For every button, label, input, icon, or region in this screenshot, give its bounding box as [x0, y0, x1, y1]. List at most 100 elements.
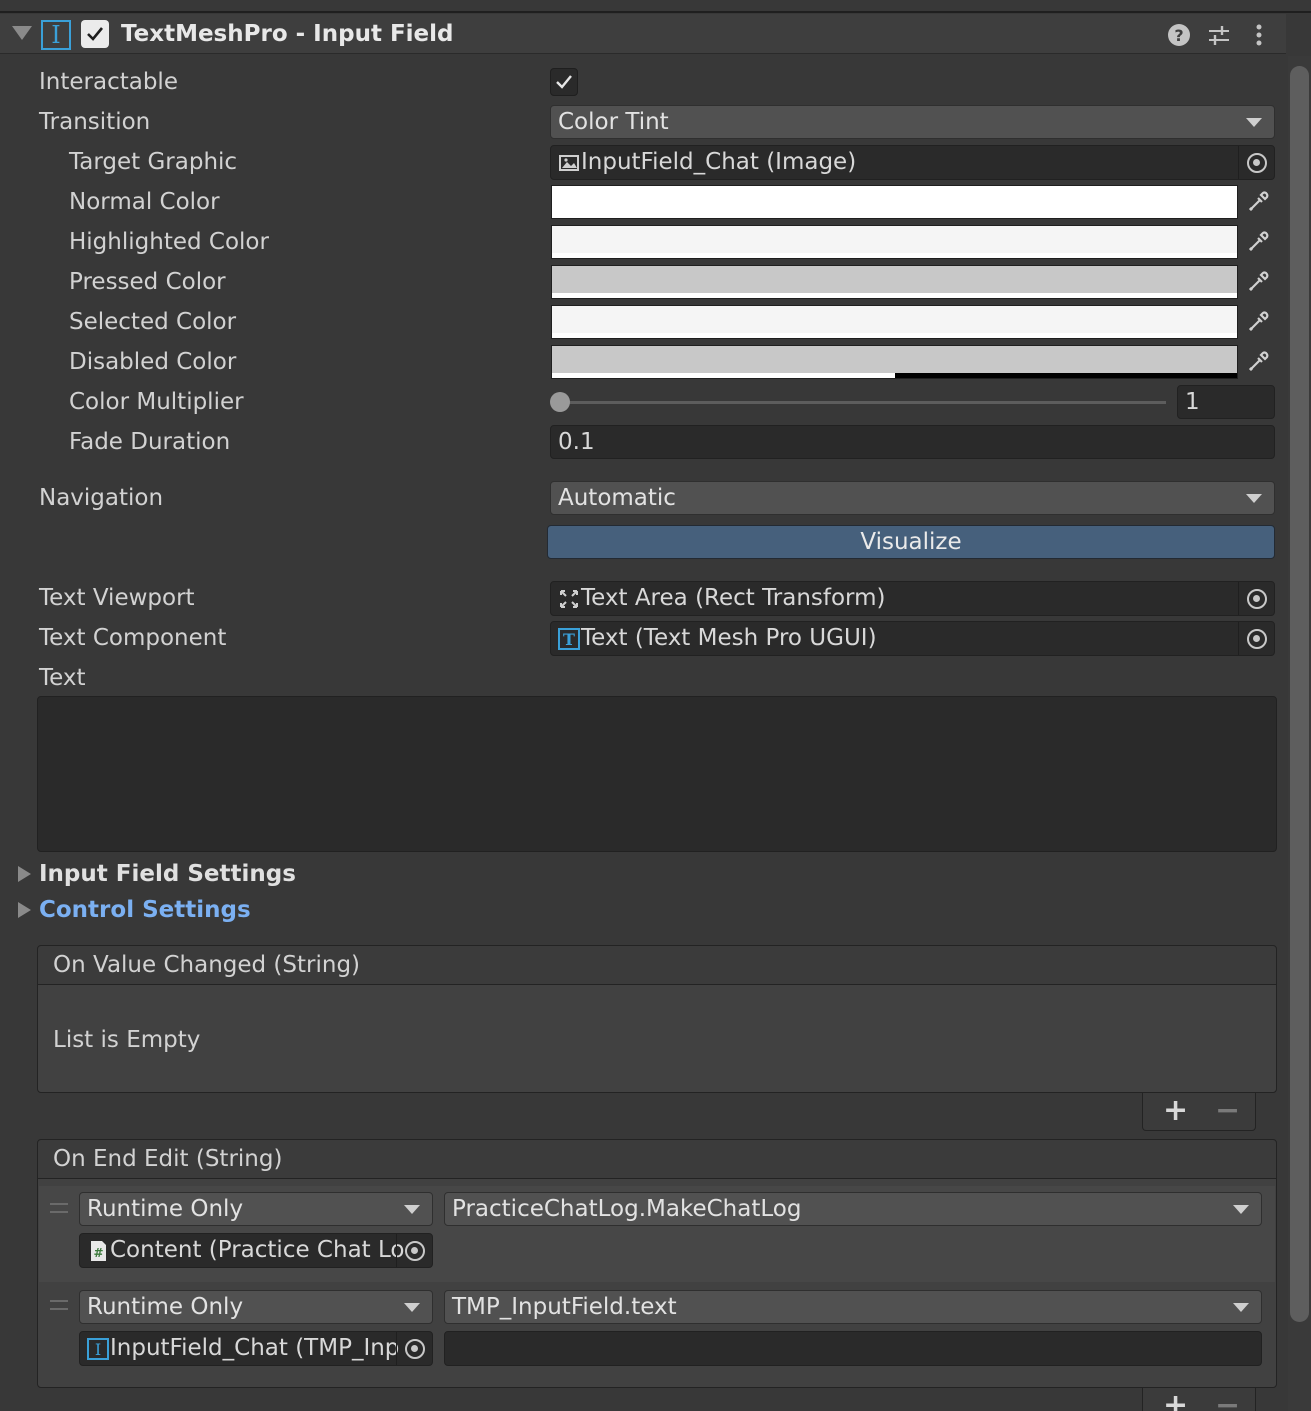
text-area-input[interactable] [37, 696, 1277, 852]
help-icon[interactable]: ? [1166, 22, 1192, 48]
text-component-field[interactable]: T Text (Text Mesh Pro UGUI) [550, 621, 1275, 656]
text-label: Text [39, 665, 86, 691]
add-remove-bar: + − [1142, 1093, 1256, 1131]
interactable-checkbox[interactable] [550, 68, 578, 96]
eyedropper-icon[interactable] [1240, 265, 1276, 299]
transition-label: Transition [39, 109, 151, 135]
remove-listener-button[interactable]: − [1215, 1093, 1240, 1128]
object-picker-icon[interactable] [1238, 582, 1274, 615]
checkmark-icon [556, 75, 572, 89]
chevron-down-icon [1233, 1205, 1249, 1214]
drag-handle-icon[interactable] [50, 1203, 68, 1213]
add-remove-bar: + − [1142, 1388, 1256, 1411]
component-enabled-checkbox[interactable] [81, 20, 109, 48]
navigation-dropdown[interactable]: Automatic [550, 481, 1275, 515]
text-component-value: Text (Text Mesh Pro UGUI) [581, 625, 877, 651]
control-settings-foldout[interactable]: Control Settings [39, 897, 251, 923]
list-empty-text: List is Empty [53, 1027, 201, 1053]
chevron-down-icon [404, 1303, 420, 1312]
object-picker-icon[interactable] [396, 1234, 432, 1267]
text-viewport-field[interactable]: Text Area (Rect Transform) [550, 581, 1275, 616]
rect-transform-icon [560, 589, 578, 608]
normal-color-swatch[interactable] [551, 185, 1238, 219]
listener-object-field[interactable]: # Content (Practice Chat Lo [79, 1233, 433, 1268]
on-value-changed-list: List is Empty [37, 984, 1277, 1093]
chevron-down-icon [1246, 118, 1262, 127]
listener-object-value: InputField_Chat (TMP_Inp [110, 1335, 400, 1361]
runtime-mode-value: Runtime Only [87, 1196, 244, 1222]
normal-color-label: Normal Color [69, 189, 220, 215]
target-graphic-value: InputField_Chat (Image) [581, 149, 857, 175]
object-picker-icon[interactable] [1238, 622, 1274, 655]
preset-icon[interactable] [1206, 22, 1232, 48]
chevron-down-icon [1246, 494, 1262, 503]
runtime-mode-dropdown[interactable]: Runtime Only [79, 1192, 433, 1226]
object-picker-icon[interactable] [396, 1332, 432, 1365]
listener-object-value: Content (Practice Chat Lo [110, 1237, 405, 1263]
object-picker-icon[interactable] [1238, 146, 1274, 179]
script-icon: # [91, 1240, 106, 1261]
add-listener-button[interactable]: + [1163, 1093, 1188, 1128]
eyedropper-icon[interactable] [1240, 345, 1276, 379]
component-title: TextMeshPro - Input Field [121, 21, 454, 47]
chevron-down-icon [404, 1205, 420, 1214]
interactable-label: Interactable [39, 69, 178, 95]
top-border [0, 0, 1311, 13]
function-dropdown[interactable]: TMP_InputField.text [444, 1290, 1262, 1324]
on-value-changed-header: On Value Changed (String) [37, 945, 1277, 985]
function-dropdown[interactable]: PracticeChatLog.MakeChatLog [444, 1192, 1262, 1226]
pressed-color-swatch[interactable] [551, 265, 1238, 299]
eyedropper-icon[interactable] [1240, 225, 1276, 259]
disabled-color-label: Disabled Color [69, 349, 237, 375]
selected-color-label: Selected Color [69, 309, 237, 335]
text-viewport-label: Text Viewport [39, 585, 195, 611]
component-header[interactable]: I TextMeshPro - Input Field ? [0, 14, 1286, 54]
target-graphic-label: Target Graphic [69, 149, 238, 175]
transition-value: Color Tint [558, 109, 669, 135]
string-argument-input[interactable] [444, 1331, 1262, 1366]
highlighted-color-label: Highlighted Color [69, 229, 269, 255]
highlighted-color-swatch[interactable] [551, 225, 1238, 259]
navigation-label: Navigation [39, 485, 164, 511]
selected-color-swatch[interactable] [551, 305, 1238, 339]
target-graphic-field[interactable]: InputField_Chat (Image) [550, 145, 1275, 180]
eyedropper-icon[interactable] [1240, 305, 1276, 339]
more-icon[interactable] [1246, 22, 1272, 48]
color-multiplier-slider-thumb[interactable] [550, 392, 570, 412]
runtime-mode-dropdown[interactable]: Runtime Only [79, 1290, 433, 1324]
eyedropper-icon[interactable] [1240, 185, 1276, 219]
transition-dropdown[interactable]: Color Tint [550, 105, 1275, 139]
input-field-icon: I [87, 1337, 109, 1360]
visualize-button[interactable]: Visualize [547, 525, 1275, 559]
text-component-label: Text Component [39, 625, 227, 651]
svg-text:I: I [95, 1340, 101, 1359]
add-listener-button[interactable]: + [1163, 1388, 1188, 1411]
fade-duration-input[interactable]: 0.1 [550, 425, 1275, 459]
input-field-icon: I [41, 20, 71, 50]
text-viewport-value: Text Area (Rect Transform) [581, 585, 886, 611]
on-end-edit-header: On End Edit (String) [37, 1139, 1277, 1179]
drag-handle-icon[interactable] [50, 1300, 68, 1310]
image-icon [559, 154, 579, 171]
color-multiplier-input[interactable]: 1 [1177, 385, 1275, 419]
color-multiplier-slider-track[interactable] [560, 401, 1166, 404]
remove-listener-button[interactable]: − [1215, 1388, 1240, 1411]
input-field-settings-foldout[interactable]: Input Field Settings [39, 861, 296, 887]
listener-object-field[interactable]: I InputField_Chat (TMP_Inp [79, 1331, 433, 1366]
navigation-value: Automatic [558, 485, 676, 511]
svg-text:#: # [93, 1246, 103, 1260]
fade-duration-label: Fade Duration [69, 429, 231, 455]
expand-arrow-icon[interactable] [18, 902, 31, 918]
checkmark-icon [87, 27, 104, 41]
disabled-color-swatch[interactable] [551, 345, 1238, 379]
function-value: TMP_InputField.text [452, 1294, 677, 1320]
svg-text:?: ? [1174, 26, 1183, 45]
function-value: PracticeChatLog.MakeChatLog [452, 1196, 802, 1222]
svg-text:T: T [563, 630, 575, 649]
expand-arrow-icon[interactable] [18, 866, 31, 882]
text-mesh-pro-icon: T [558, 627, 580, 650]
chevron-down-icon [1233, 1303, 1249, 1312]
collapse-arrow-icon[interactable] [12, 26, 32, 40]
color-multiplier-label: Color Multiplier [69, 389, 244, 415]
scrollbar-thumb[interactable] [1290, 66, 1309, 1322]
